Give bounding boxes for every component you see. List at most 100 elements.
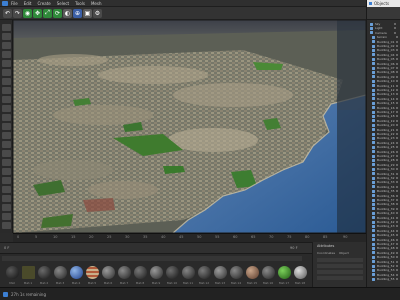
object-list-item[interactable]: Building_16 (372, 106, 398, 110)
tool-mirror-icon[interactable] (2, 168, 11, 175)
object-list-item[interactable]: Sky (370, 22, 396, 26)
object-list-item[interactable]: Building_51 (372, 260, 398, 264)
visibility-dot-icon[interactable] (394, 23, 396, 25)
select-icon[interactable]: ◉ (23, 8, 32, 18)
tool-polygons-icon[interactable] (2, 51, 11, 58)
material-swatch[interactable] (150, 266, 163, 279)
material-swatch[interactable] (246, 266, 259, 279)
visibility-dot-icon[interactable] (396, 256, 398, 259)
tool-extrude-icon[interactable] (2, 213, 11, 220)
material-swatch[interactable] (6, 266, 19, 279)
object-list-item[interactable]: Building_03 (372, 48, 398, 52)
visibility-dot-icon[interactable] (396, 260, 398, 263)
tool-brush-icon[interactable] (2, 159, 11, 166)
redo-icon[interactable]: ↷ (13, 8, 22, 18)
object-list-item[interactable]: Building_26 (372, 150, 398, 154)
object-list-item[interactable]: Building_33 (372, 180, 398, 184)
menu-mesh[interactable]: Mesh (91, 1, 102, 6)
tool-solo-icon[interactable] (2, 96, 11, 103)
objects-panel-toolbar[interactable] (367, 7, 400, 20)
visibility-dot-icon[interactable] (396, 243, 398, 245)
start-frame[interactable]: 0 F (4, 246, 9, 250)
visibility-dot-icon[interactable] (396, 75, 398, 78)
tool-annotation-icon[interactable] (2, 186, 11, 193)
material-swatch[interactable] (278, 266, 291, 279)
material-swatch[interactable] (38, 266, 51, 279)
visibility-dot-icon[interactable] (396, 133, 398, 135)
object-list-item[interactable]: Building_27 (372, 154, 398, 158)
object-list-item[interactable]: Building_41 (372, 216, 398, 220)
visibility-dot-icon[interactable] (396, 247, 398, 250)
visibility-dot-icon[interactable] (396, 190, 398, 193)
visibility-dot-icon[interactable] (396, 159, 398, 162)
tool-model-icon[interactable] (2, 24, 11, 31)
object-list-item[interactable]: Building_09 (372, 75, 398, 79)
object-list-item[interactable]: Building_42 (372, 220, 398, 224)
visibility-dot-icon[interactable] (396, 137, 398, 140)
object-list-item[interactable]: Building_32 (372, 176, 398, 180)
visibility-dot-icon[interactable] (396, 111, 398, 113)
tool-measure-icon[interactable] (2, 177, 11, 184)
3d-viewport[interactable] (13, 20, 366, 233)
rotate-icon[interactable]: ⟳ (53, 8, 62, 18)
visibility-dot-icon[interactable] (396, 80, 398, 83)
visibility-dot-icon[interactable] (396, 155, 398, 157)
visibility-dot-icon[interactable] (396, 141, 398, 144)
visibility-dot-icon[interactable] (396, 181, 398, 184)
object-list-item[interactable]: Building_29 (372, 163, 398, 167)
object-list-item[interactable]: Building_31 (372, 172, 398, 176)
visibility-dot-icon[interactable] (396, 84, 398, 87)
visibility-dot-icon[interactable] (396, 67, 398, 69)
object-list-item[interactable]: Building_05 (372, 57, 398, 61)
tool-bridge-icon[interactable] (2, 204, 11, 211)
recent-icon[interactable]: ◐ (63, 8, 72, 18)
visibility-dot-icon[interactable] (396, 168, 398, 171)
visibility-dot-icon[interactable] (396, 278, 398, 281)
object-list-item[interactable]: Building_53 (372, 268, 398, 272)
material-swatch[interactable] (70, 266, 83, 279)
object-list-item[interactable]: Building_15 (372, 101, 398, 105)
object-list-item[interactable]: Building_22 (372, 132, 398, 136)
object-list-item[interactable]: Building_54 (372, 273, 398, 277)
object-list-item[interactable]: Building_46 (372, 238, 398, 242)
visibility-dot-icon[interactable] (396, 194, 398, 197)
object-list-item[interactable]: Building_19 (372, 119, 398, 123)
tool-workplane-icon[interactable] (2, 87, 11, 94)
visibility-dot-icon[interactable] (396, 265, 398, 267)
object-list-item[interactable]: Building_36 (372, 194, 398, 198)
visibility-dot-icon[interactable] (396, 199, 398, 201)
tool-knife-icon[interactable] (2, 195, 11, 202)
visibility-dot-icon[interactable] (396, 53, 398, 56)
attribute-field[interactable] (317, 270, 363, 274)
visibility-dot-icon[interactable] (396, 269, 398, 272)
attributes-tab-object[interactable]: Object (339, 251, 349, 255)
visibility-dot-icon[interactable] (396, 102, 398, 105)
menu-edit[interactable]: Edit (24, 1, 32, 6)
object-list-item[interactable]: Building_18 (372, 114, 398, 118)
object-list-item[interactable]: Building_35 (372, 189, 398, 193)
tool-grid-icon[interactable] (2, 114, 11, 121)
object-list-item[interactable]: Building_12 (372, 88, 398, 92)
object-list-item[interactable]: Building_24 (372, 141, 398, 145)
tool-points-icon[interactable] (2, 33, 11, 40)
visibility-dot-icon[interactable] (396, 93, 398, 96)
scale-icon[interactable]: ⤢ (43, 8, 52, 18)
attribute-field[interactable] (317, 264, 363, 268)
visibility-dot-icon[interactable] (396, 36, 398, 39)
render-view-icon[interactable]: ▣ (83, 8, 92, 18)
tool-edges-icon[interactable] (2, 42, 11, 49)
timeline-ruler[interactable]: 0 5 10 15 20 25 30 35 40 45 50 55 60 65 … (13, 233, 366, 242)
visibility-dot-icon[interactable] (396, 58, 398, 61)
move-icon[interactable]: ✥ (33, 8, 42, 18)
visibility-dot-icon[interactable] (396, 97, 398, 100)
visibility-dot-icon[interactable] (396, 106, 398, 109)
object-list-item[interactable]: Building_08 (372, 70, 398, 74)
material-swatch[interactable] (262, 266, 275, 279)
object-list-item[interactable]: Building_38 (372, 202, 398, 206)
menu-file[interactable]: File (11, 1, 18, 6)
object-list-item[interactable]: Building_04 (372, 53, 398, 57)
visibility-dot-icon[interactable] (396, 273, 398, 276)
object-list-item[interactable]: Building_49 (372, 251, 398, 255)
object-list-item[interactable]: Building_37 (372, 198, 398, 202)
menu-select[interactable]: Select (57, 1, 69, 6)
